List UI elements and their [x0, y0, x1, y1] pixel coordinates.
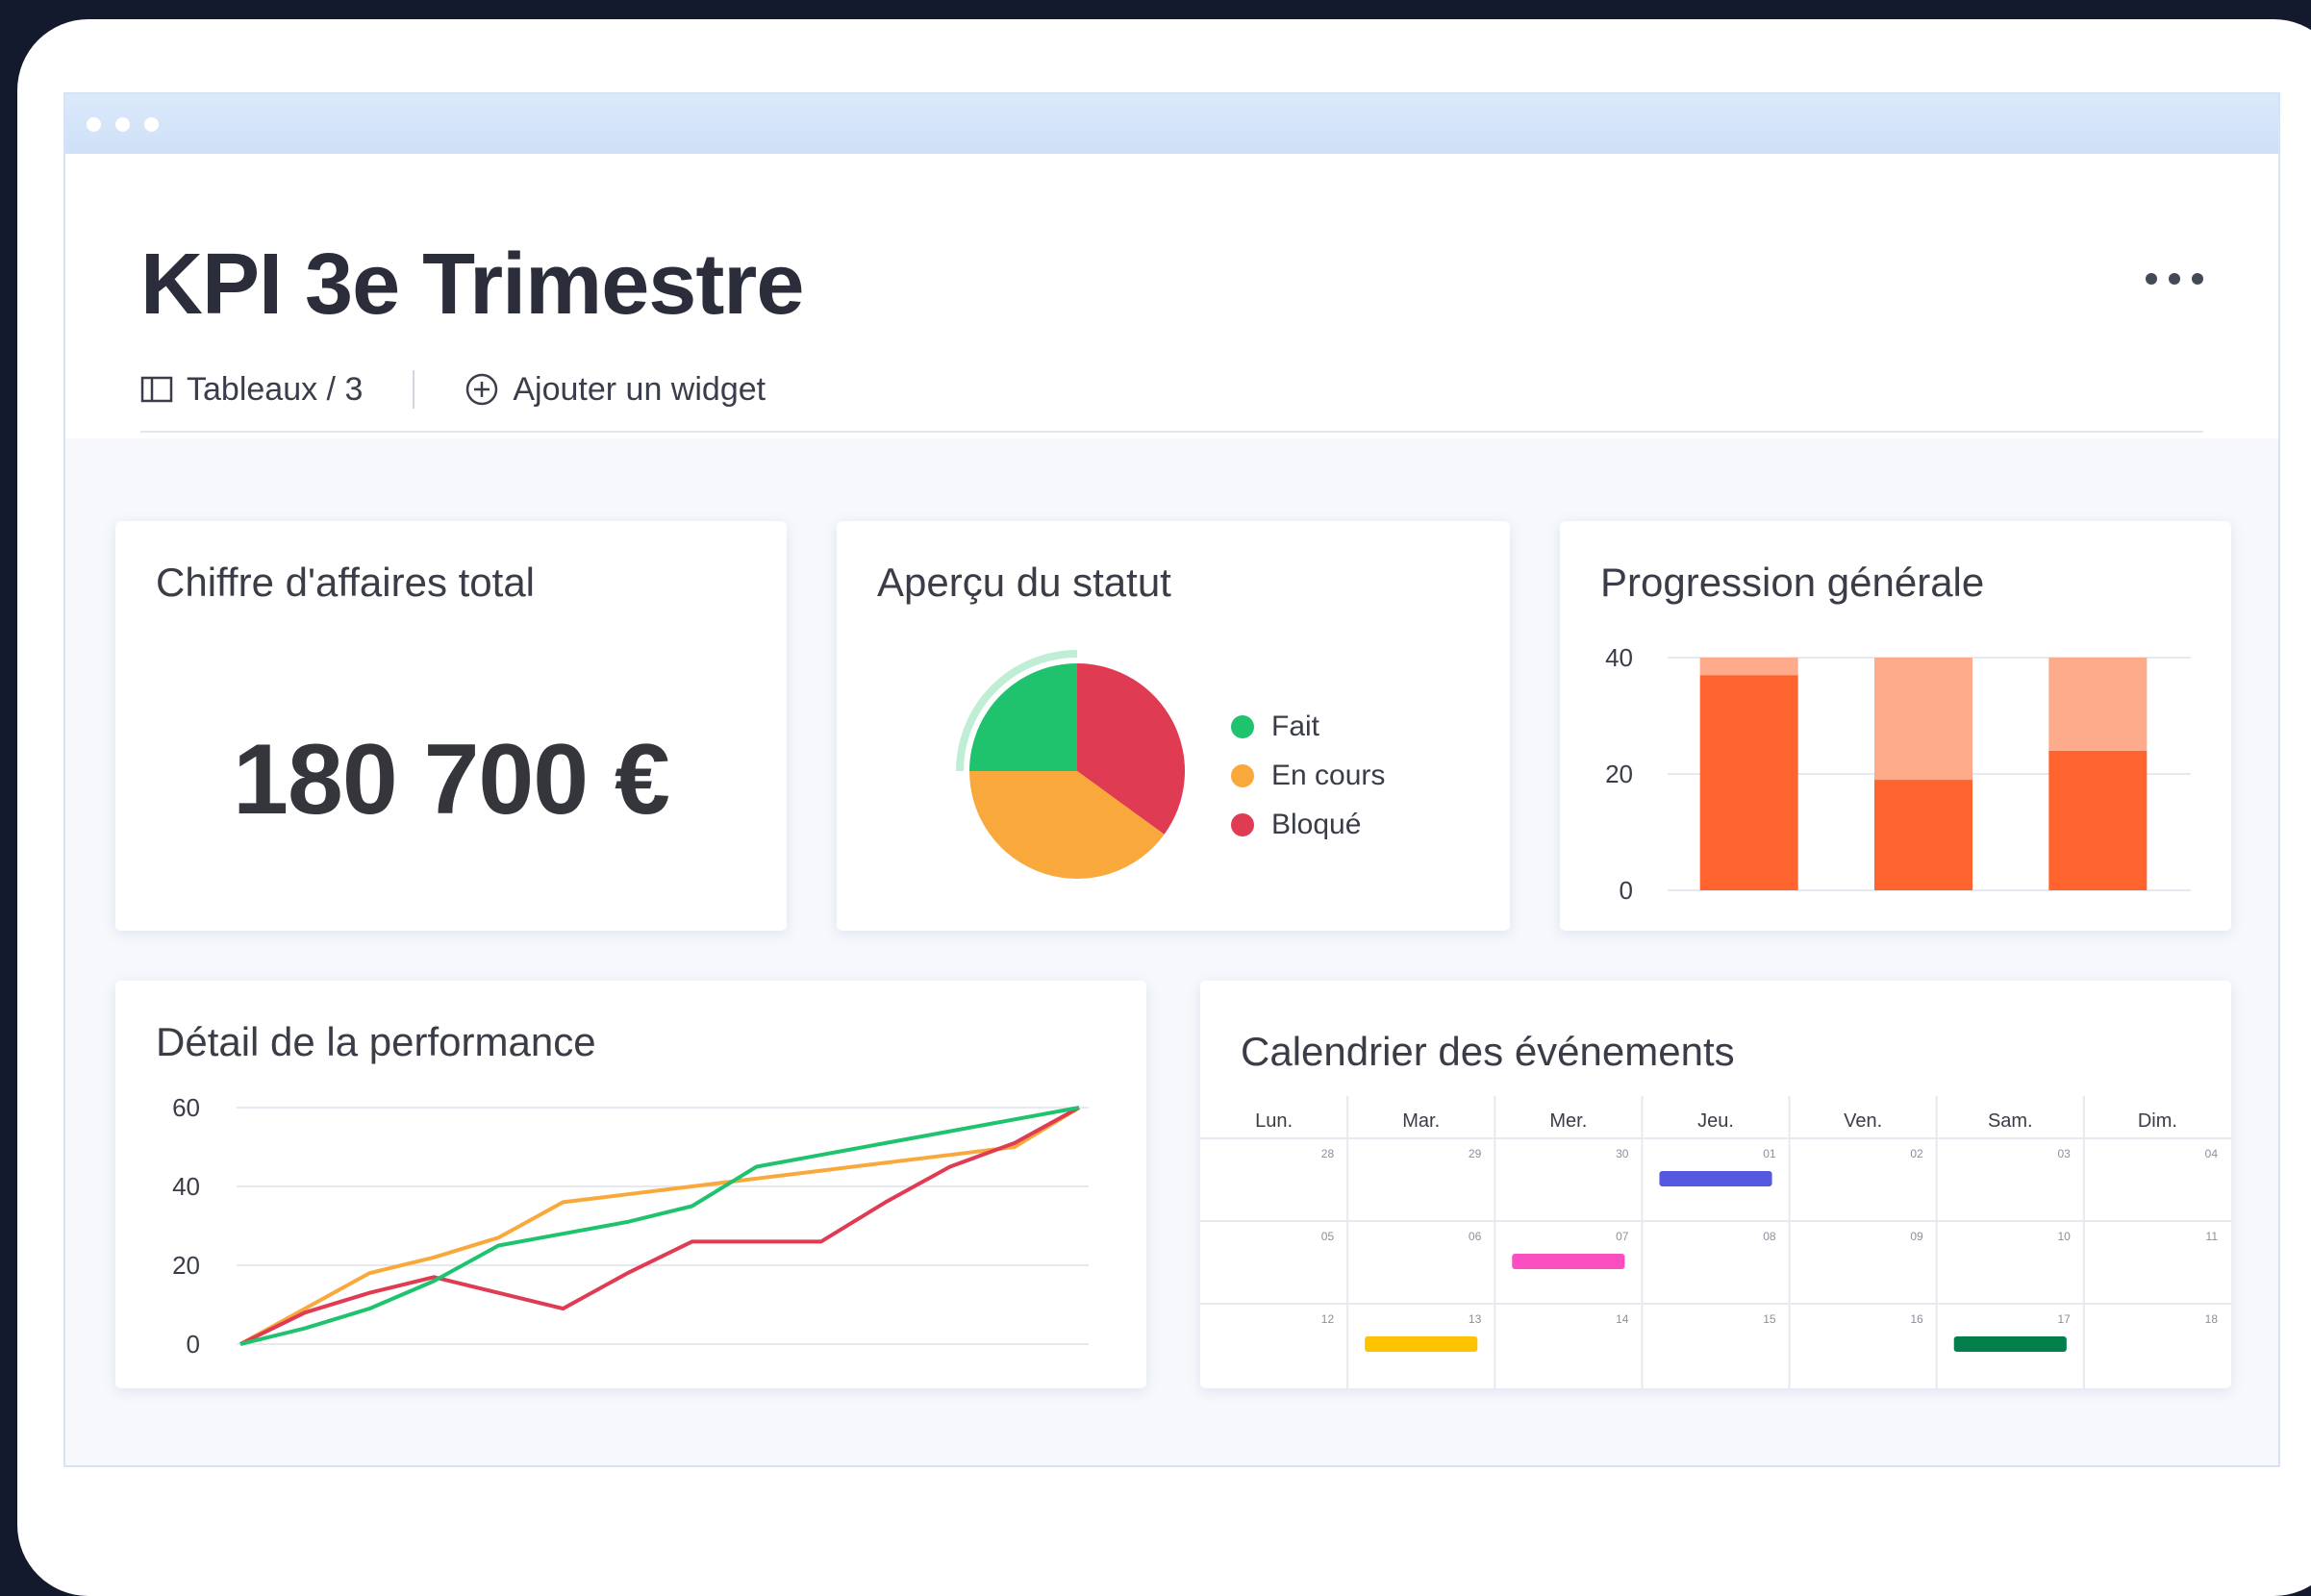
y-tick-label: 40 [1605, 643, 1633, 672]
calendar-day-number[interactable]: 02 [1910, 1147, 1923, 1160]
status-pie-chart [956, 650, 1185, 879]
legend-item: Fait [1231, 702, 1385, 751]
weekday-label: Ven. [1844, 1110, 1882, 1132]
calendar-day-number[interactable]: 29 [1469, 1147, 1482, 1160]
boards-label: Tableaux / 3 [187, 370, 364, 408]
window-control-dot[interactable] [87, 117, 101, 132]
weekday-label: Jeu. [1697, 1110, 1734, 1132]
y-tick-label: 0 [1620, 876, 1633, 905]
weekday-label: Mar. [1402, 1110, 1440, 1132]
legend-swatch [1231, 812, 1254, 836]
line-series[interactable] [239, 1106, 1080, 1346]
window-control-dot[interactable] [115, 117, 130, 132]
y-tick-label: 20 [1605, 760, 1633, 788]
event-calendar: Lun. Mar. Mer. Jeu. Ven. Sam. Dim. 28 29 30 01 02 03… [1200, 1096, 2231, 1388]
calendar-day-number[interactable]: 06 [1469, 1230, 1482, 1243]
add-widget-button[interactable]: Ajouter un widget [465, 371, 766, 409]
app-window: KPI 3e Trimestre Tableaux / 3 Ajouter un… [63, 92, 2280, 1467]
bar-segment[interactable] [1699, 658, 1798, 676]
weekday-label: Mer. [1549, 1110, 1587, 1132]
calendar-event-bar[interactable] [1365, 1336, 1478, 1352]
weekday-label: Sam. [1988, 1110, 2033, 1132]
calendar-day-number[interactable]: 12 [1321, 1312, 1335, 1326]
more-options-icon[interactable] [2146, 269, 2203, 288]
revenue-widget[interactable]: Chiffre d'affaires total 180 700 € [115, 521, 787, 931]
calendar-day-number[interactable]: 09 [1910, 1230, 1923, 1243]
revenue-value: 180 700 € [233, 724, 670, 835]
pie-legend: Fait En cours Bloqué [1231, 702, 1385, 849]
calendar-day-number[interactable]: 14 [1616, 1312, 1629, 1326]
calendar-widget[interactable]: Calendrier des événements Lun. Mar. Mer. Je… [1200, 981, 2231, 1388]
y-tick-label: 20 [172, 1251, 200, 1280]
calendar-day-number[interactable]: 18 [2205, 1312, 2219, 1326]
dashboard-header: KPI 3e Trimestre Tableaux / 3 Ajouter un… [65, 154, 2278, 438]
bar-segment[interactable] [2048, 750, 2148, 890]
calendar-day-number[interactable]: 03 [2057, 1147, 2071, 1160]
bar-segment[interactable] [1874, 658, 1972, 781]
calendar-day-number[interactable]: 07 [1616, 1230, 1629, 1243]
calendar-day-number[interactable]: 11 [2206, 1230, 2219, 1243]
legend-item: Bloqué [1231, 800, 1385, 849]
calendar-day-number[interactable]: 08 [1763, 1230, 1776, 1243]
calendar-day-number[interactable]: 10 [2057, 1230, 2071, 1243]
performance-line-chart: 0 20 40 60 [172, 1093, 1089, 1359]
calendar-day-number[interactable]: 16 [1910, 1312, 1923, 1326]
legend-swatch [1231, 763, 1254, 787]
legend-label: Bloqué [1271, 808, 1362, 840]
legend-item: En cours [1231, 751, 1385, 800]
page-title: KPI 3e Trimestre [140, 237, 804, 333]
legend-label: Fait [1271, 710, 1320, 742]
legend-label: En cours [1271, 759, 1386, 791]
y-tick-label: 60 [172, 1093, 200, 1122]
calendar-day-number[interactable]: 04 [2205, 1147, 2219, 1160]
header-divider [140, 431, 2203, 433]
add-widget-label: Ajouter un widget [513, 370, 766, 408]
calendar-day-number[interactable]: 28 [1321, 1147, 1335, 1160]
window-control-dot[interactable] [144, 117, 159, 132]
bar-segment[interactable] [2048, 658, 2148, 751]
performance-widget[interactable]: Détail de la performance 0 20 40 60 [115, 981, 1146, 1388]
pie-slice-fait[interactable] [969, 663, 1077, 771]
calendar-event-bar[interactable] [1953, 1336, 2067, 1352]
progress-widget[interactable]: Progression générale 0 20 40 [1560, 521, 2231, 931]
widget-title: Chiffre d'affaires total [156, 560, 536, 605]
bar-segment[interactable] [1699, 675, 1798, 890]
status-widget[interactable]: Aperçu du statut Fait En cours Bloqué [837, 521, 1510, 931]
y-tick-label: 40 [172, 1172, 200, 1201]
board-panel-icon [140, 376, 173, 403]
calendar-day-number[interactable]: 13 [1469, 1312, 1482, 1326]
calendar-day-number[interactable]: 17 [2057, 1312, 2071, 1326]
calendar-day-number[interactable]: 05 [1321, 1230, 1335, 1243]
window-titlebar [65, 94, 2278, 154]
header-toolbar: Tableaux / 3 Ajouter un widget [140, 365, 766, 413]
y-tick-label: 0 [187, 1330, 200, 1359]
calendar-event-bar[interactable] [1512, 1254, 1625, 1269]
calendar-day-number[interactable]: 30 [1616, 1147, 1629, 1160]
bar-segment[interactable] [1874, 780, 1972, 890]
toolbar-divider [413, 370, 415, 409]
weekday-label: Lun. [1255, 1110, 1293, 1132]
calendar-day-number[interactable]: 01 [1763, 1147, 1776, 1160]
add-circle-icon [466, 373, 498, 406]
calendar-day-number[interactable]: 15 [1763, 1312, 1776, 1326]
legend-swatch [1231, 714, 1254, 738]
progress-bar-chart: 0 20 40 [1605, 643, 2191, 905]
calendar-event-bar[interactable] [1659, 1171, 1772, 1186]
boards-link[interactable]: Tableaux / 3 [140, 371, 363, 409]
weekday-label: Dim. [2138, 1110, 2177, 1132]
